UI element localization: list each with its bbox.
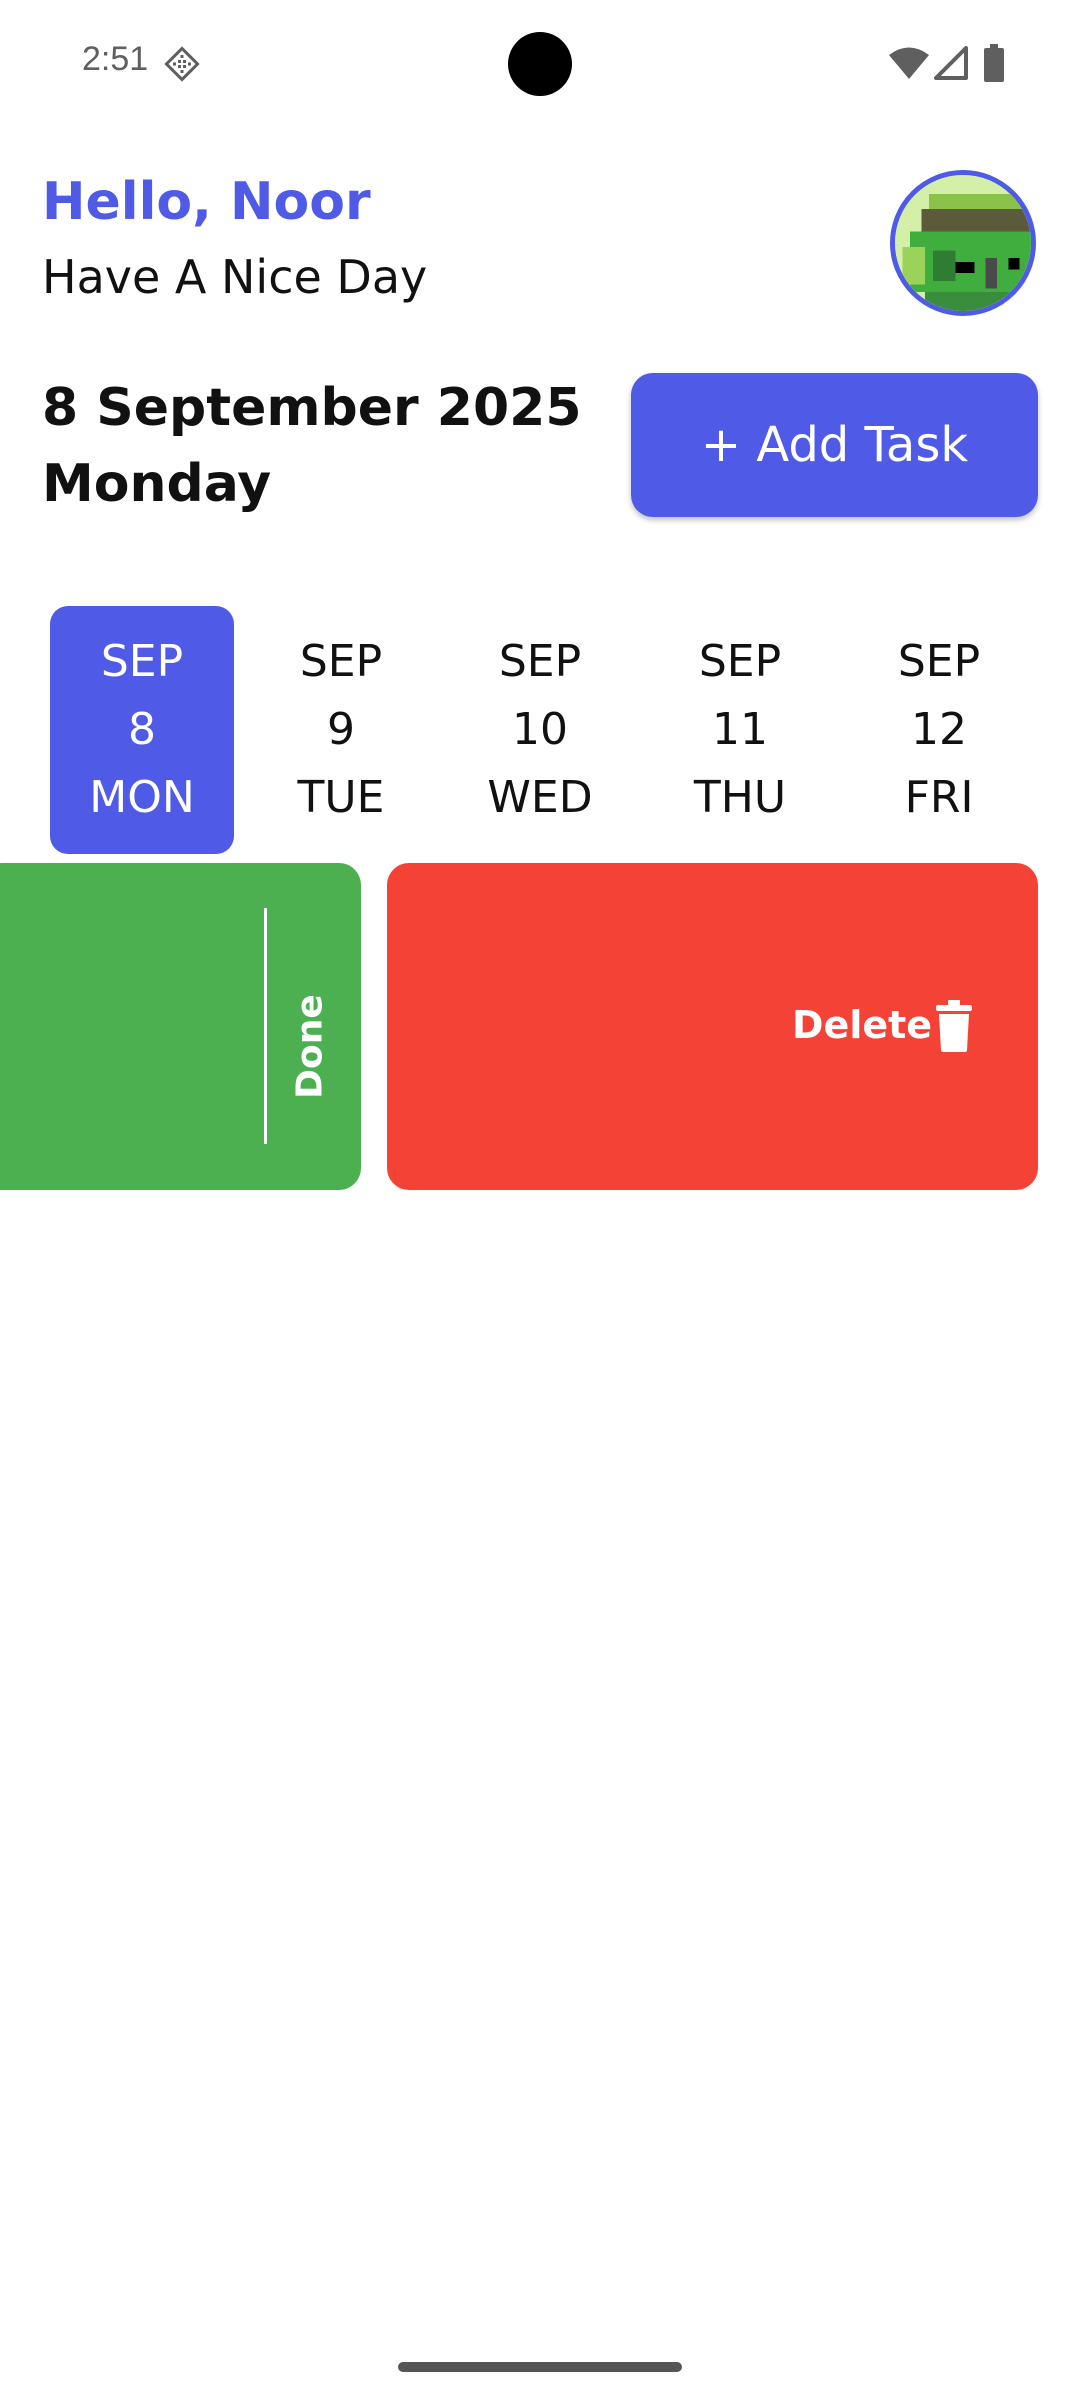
date-item-sep-8[interactable]: SEP 8 MON [50,606,234,854]
current-date: 8 September 2025 Monday [42,370,582,522]
date-weekday: WED [487,772,593,823]
notification-icon [164,46,200,82]
date-day: 12 [911,704,967,755]
date-weekday: FRI [904,772,974,823]
camera-cutout [508,32,572,96]
date-month: SEP [498,636,582,687]
signal-icon [934,46,968,80]
status-time: 2:51 [82,40,149,78]
gesture-navigation-bar[interactable] [398,2362,682,2372]
done-label-text: Done [289,994,331,1099]
done-divider [264,908,267,1144]
date-label: 8 September 2025 [42,378,582,438]
weekday-label: Monday [42,454,272,514]
date-weekday: THU [693,772,787,823]
date-item-sep-12[interactable]: SEP 12 FRI [847,606,1031,854]
wifi-icon [889,47,929,79]
date-day: 8 [128,704,156,755]
date-month: SEP [100,636,184,687]
greeting-subtitle: Have A Nice Day [42,250,428,304]
date-day: 9 [327,704,355,755]
screen: 2:51 Hello, Noor Have A Nice Day 8 Septe… [0,0,1080,2400]
date-month: SEP [897,636,981,687]
date-month: SEP [299,636,383,687]
date-weekday: MON [89,772,195,823]
date-weekday: TUE [297,772,385,823]
greeting-title: Hello, Noor [42,172,371,232]
date-day: 11 [712,704,768,755]
avatar[interactable] [890,170,1036,316]
add-task-button[interactable]: + Add Task [631,373,1038,517]
date-month: SEP [698,636,782,687]
date-item-sep-11[interactable]: SEP 11 THU [648,606,832,854]
delete-label[interactable]: Delete [792,1003,932,1047]
date-item-sep-10[interactable]: SEP 10 WED [448,606,632,854]
date-strip: SEP 8 MON SEP 9 TUE SEP 10 WED SEP 11 TH… [0,606,1080,856]
date-day: 10 [512,704,568,755]
status-bar: 2:51 [0,0,1080,128]
date-item-sep-9[interactable]: SEP 9 TUE [249,606,433,854]
trash-icon[interactable] [934,1000,974,1052]
battery-icon [984,44,1004,82]
